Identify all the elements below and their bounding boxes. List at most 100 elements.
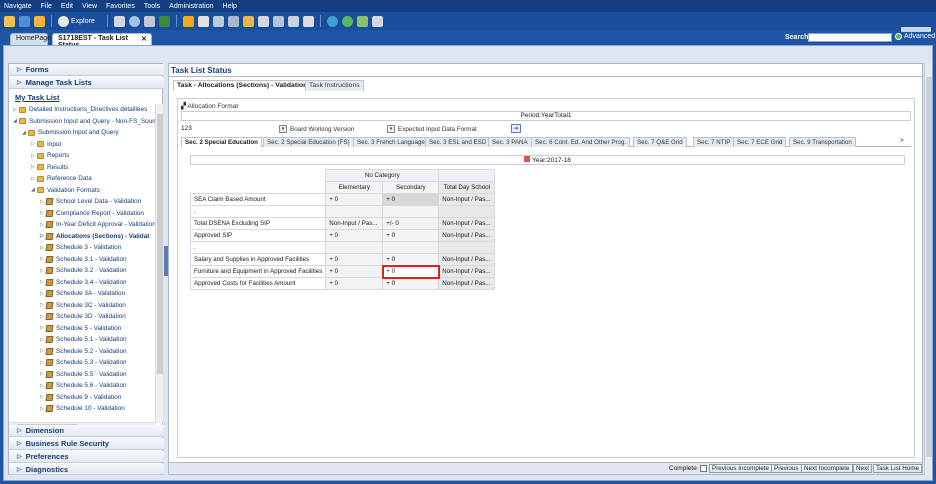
previous-incomplete-button[interactable]: Previous Incomplete bbox=[709, 464, 773, 473]
search-input[interactable] bbox=[808, 33, 892, 42]
paste-icon[interactable] bbox=[227, 15, 239, 27]
tree-item[interactable]: ▷ Schedule 5.5 - Validation bbox=[40, 369, 127, 380]
forms-header[interactable]: Forms bbox=[9, 64, 164, 76]
grid-cell[interactable]: + 0 bbox=[325, 193, 384, 206]
tree-item[interactable]: ▷ Schedule 5.3 - Validation bbox=[40, 357, 127, 368]
form-tab[interactable]: Sec. 2 Special Education bbox=[181, 137, 262, 147]
complete-toggle[interactable]: Complete bbox=[669, 465, 707, 472]
tree-item[interactable]: ▷ Reference Data bbox=[31, 173, 92, 184]
grid-cell[interactable]: +/- 0 bbox=[382, 217, 440, 230]
shield-icon[interactable] bbox=[341, 15, 353, 27]
calc-icon[interactable] bbox=[356, 15, 368, 27]
tree-item[interactable]: ▷ Schedule 5.2 - Validation bbox=[40, 346, 127, 357]
tree-item[interactable]: ▷ Schedule 3 - Validation bbox=[40, 242, 121, 253]
previous-button[interactable]: Previous bbox=[771, 464, 802, 473]
right-vertical-scrollbar[interactable] bbox=[924, 63, 932, 475]
tree-item[interactable]: ▷ In-Year Deficit Approval - Validation bbox=[40, 219, 156, 230]
edit-pencil-icon[interactable] bbox=[182, 15, 194, 27]
period-selector[interactable]: Period:YearTotal1 bbox=[181, 111, 911, 121]
task-list-home-button[interactable]: Task List Home bbox=[873, 464, 923, 473]
menu-view[interactable]: View bbox=[82, 3, 97, 10]
tab-task[interactable]: Task - Allocations (Sections) - Validati… bbox=[173, 80, 312, 91]
menu-favorites[interactable]: Favorites bbox=[106, 3, 135, 10]
window-controls[interactable] bbox=[901, 27, 931, 32]
tree-item[interactable]: ◢ Validation Formats bbox=[31, 185, 100, 196]
more-tabs-icon[interactable]: » bbox=[900, 137, 904, 144]
tree-item[interactable]: ◢ Submission Input and Query bbox=[22, 127, 119, 138]
menu-help[interactable]: Help bbox=[223, 3, 237, 10]
help-icon[interactable] bbox=[371, 15, 383, 27]
menu-tools[interactable]: Tools bbox=[144, 3, 160, 10]
menu-administration[interactable]: Administration bbox=[169, 3, 213, 10]
tree-item[interactable]: ▷ Schedule 3D - Validation bbox=[40, 311, 126, 322]
tree-item[interactable]: ▷ School Level Data - Validation bbox=[40, 196, 141, 207]
tree-item[interactable]: ▷ Detailed Instructions_Directives détail… bbox=[13, 104, 147, 115]
tab-task-instructions[interactable]: Task Instructions bbox=[305, 80, 364, 91]
form-tab[interactable]: Sec. 2 Special Education (FS) bbox=[263, 137, 354, 147]
tree-item[interactable]: ▷ Schedule 10 - Validation bbox=[40, 403, 125, 414]
right-scroll-thumb[interactable] bbox=[926, 77, 932, 457]
home-icon[interactable] bbox=[4, 15, 15, 27]
complete-checkbox[interactable] bbox=[699, 465, 707, 472]
grid-cell[interactable]: + 0 bbox=[325, 277, 384, 290]
grid-icon[interactable] bbox=[113, 15, 125, 27]
open-folder-icon[interactable] bbox=[34, 15, 45, 27]
manage-task-lists-header[interactable]: Manage Task Lists bbox=[9, 77, 164, 89]
grid-cell[interactable]: + 0 bbox=[325, 265, 384, 278]
tree-item[interactable]: ▷ Allocations (Sections) - Validat bbox=[40, 231, 149, 242]
close-icon[interactable]: ✕ bbox=[141, 35, 147, 43]
form-tab[interactable]: Sec. 9 Transportation bbox=[789, 137, 856, 147]
grid-cell[interactable]: + 0 bbox=[382, 253, 440, 266]
tree-item[interactable]: ▷ Compliance Report - Validation bbox=[40, 208, 144, 219]
form-tab[interactable]: Sec. 7 NTIP bbox=[693, 137, 735, 147]
adhoc-grid-icon[interactable] bbox=[197, 15, 209, 27]
explore-label[interactable]: Explore bbox=[71, 18, 95, 25]
grid-cell[interactable]: + 0 bbox=[382, 193, 440, 206]
tree-item[interactable]: ◢ Submission Input and Query - Non-FS_Sou… bbox=[13, 116, 156, 127]
year-selector[interactable]: Year:2017-18 bbox=[190, 155, 905, 165]
excel-icon[interactable] bbox=[158, 15, 170, 27]
sort-icon[interactable] bbox=[272, 15, 284, 27]
menu-edit[interactable]: Edit bbox=[61, 3, 73, 10]
menu-file[interactable]: File bbox=[41, 3, 52, 10]
filter-icon[interactable] bbox=[287, 15, 299, 27]
unlock-icon[interactable] bbox=[257, 15, 269, 27]
go-button[interactable]: ➔ bbox=[511, 124, 521, 133]
expected-input-format-dropdown[interactable]: ▾ Expected Input Data Format bbox=[387, 125, 477, 133]
copy-icon[interactable] bbox=[212, 15, 224, 27]
tree-scroll-thumb[interactable] bbox=[157, 114, 163, 374]
tree-item[interactable]: ▷ Schedule 3.4 - Validation bbox=[40, 277, 127, 288]
grid-cell[interactable]: + 0 bbox=[325, 253, 384, 266]
tree-item[interactable]: ▷ Input bbox=[31, 139, 61, 150]
tree-item[interactable]: ▷ Schedule 3A - Validation bbox=[40, 288, 125, 299]
form-tab[interactable]: Sec. 3 ESL and ESD bbox=[425, 137, 491, 147]
form-tab[interactable]: Sec. 3 PANA bbox=[488, 137, 532, 147]
tree-item[interactable]: ▷ Schedule 5 - Validation bbox=[40, 323, 121, 334]
preferences-header[interactable]: Preferences bbox=[9, 451, 164, 463]
tree-item[interactable]: ▷ Schedule 3.1 - Validation bbox=[40, 254, 127, 265]
form-tab[interactable]: Sec. 7 Q&E Grid bbox=[633, 137, 687, 147]
tab-task-list-status[interactable]: S1718EST - Task List Status ✕ bbox=[52, 33, 152, 49]
business-rule-security-header[interactable]: Business Rule Security bbox=[9, 438, 164, 450]
dimension-header[interactable]: Dimension bbox=[9, 425, 164, 437]
print-icon[interactable] bbox=[143, 15, 155, 27]
globe-icon[interactable] bbox=[326, 15, 338, 27]
refresh-icon[interactable] bbox=[128, 15, 140, 27]
explore-icon[interactable] bbox=[58, 15, 69, 27]
grid-cell[interactable]: + 0 bbox=[325, 229, 384, 242]
grid-cell[interactable]: + 0 bbox=[381, 264, 440, 279]
form-tab[interactable]: Sec. 3 French Language bbox=[353, 137, 429, 147]
tab-homepage[interactable]: HomePage bbox=[10, 33, 51, 45]
diagnostics-header[interactable]: Diagnostics bbox=[9, 464, 164, 475]
tree-item[interactable]: ▷ Schedule 3.2 - Validation bbox=[40, 265, 127, 276]
menu-navigate[interactable]: Navigate bbox=[4, 3, 32, 10]
next-button[interactable]: Next bbox=[853, 464, 872, 473]
tree-item[interactable]: ▷ Schedule 3C - Validation bbox=[40, 300, 126, 311]
form-tab[interactable]: Sec. 6 Cont. Ed. And Other Prog. bbox=[531, 137, 631, 147]
tree-vertical-scrollbar[interactable] bbox=[155, 104, 163, 422]
tree-item[interactable]: ▷ Results bbox=[31, 162, 68, 173]
form-tab[interactable]: Sec. 7 ECE Grid bbox=[733, 137, 787, 147]
grid-cell[interactable]: + 0 bbox=[382, 277, 440, 290]
cell-comment-icon[interactable] bbox=[302, 15, 314, 27]
tree-item[interactable]: ▷ Schedule 9 - Validation bbox=[40, 392, 121, 403]
